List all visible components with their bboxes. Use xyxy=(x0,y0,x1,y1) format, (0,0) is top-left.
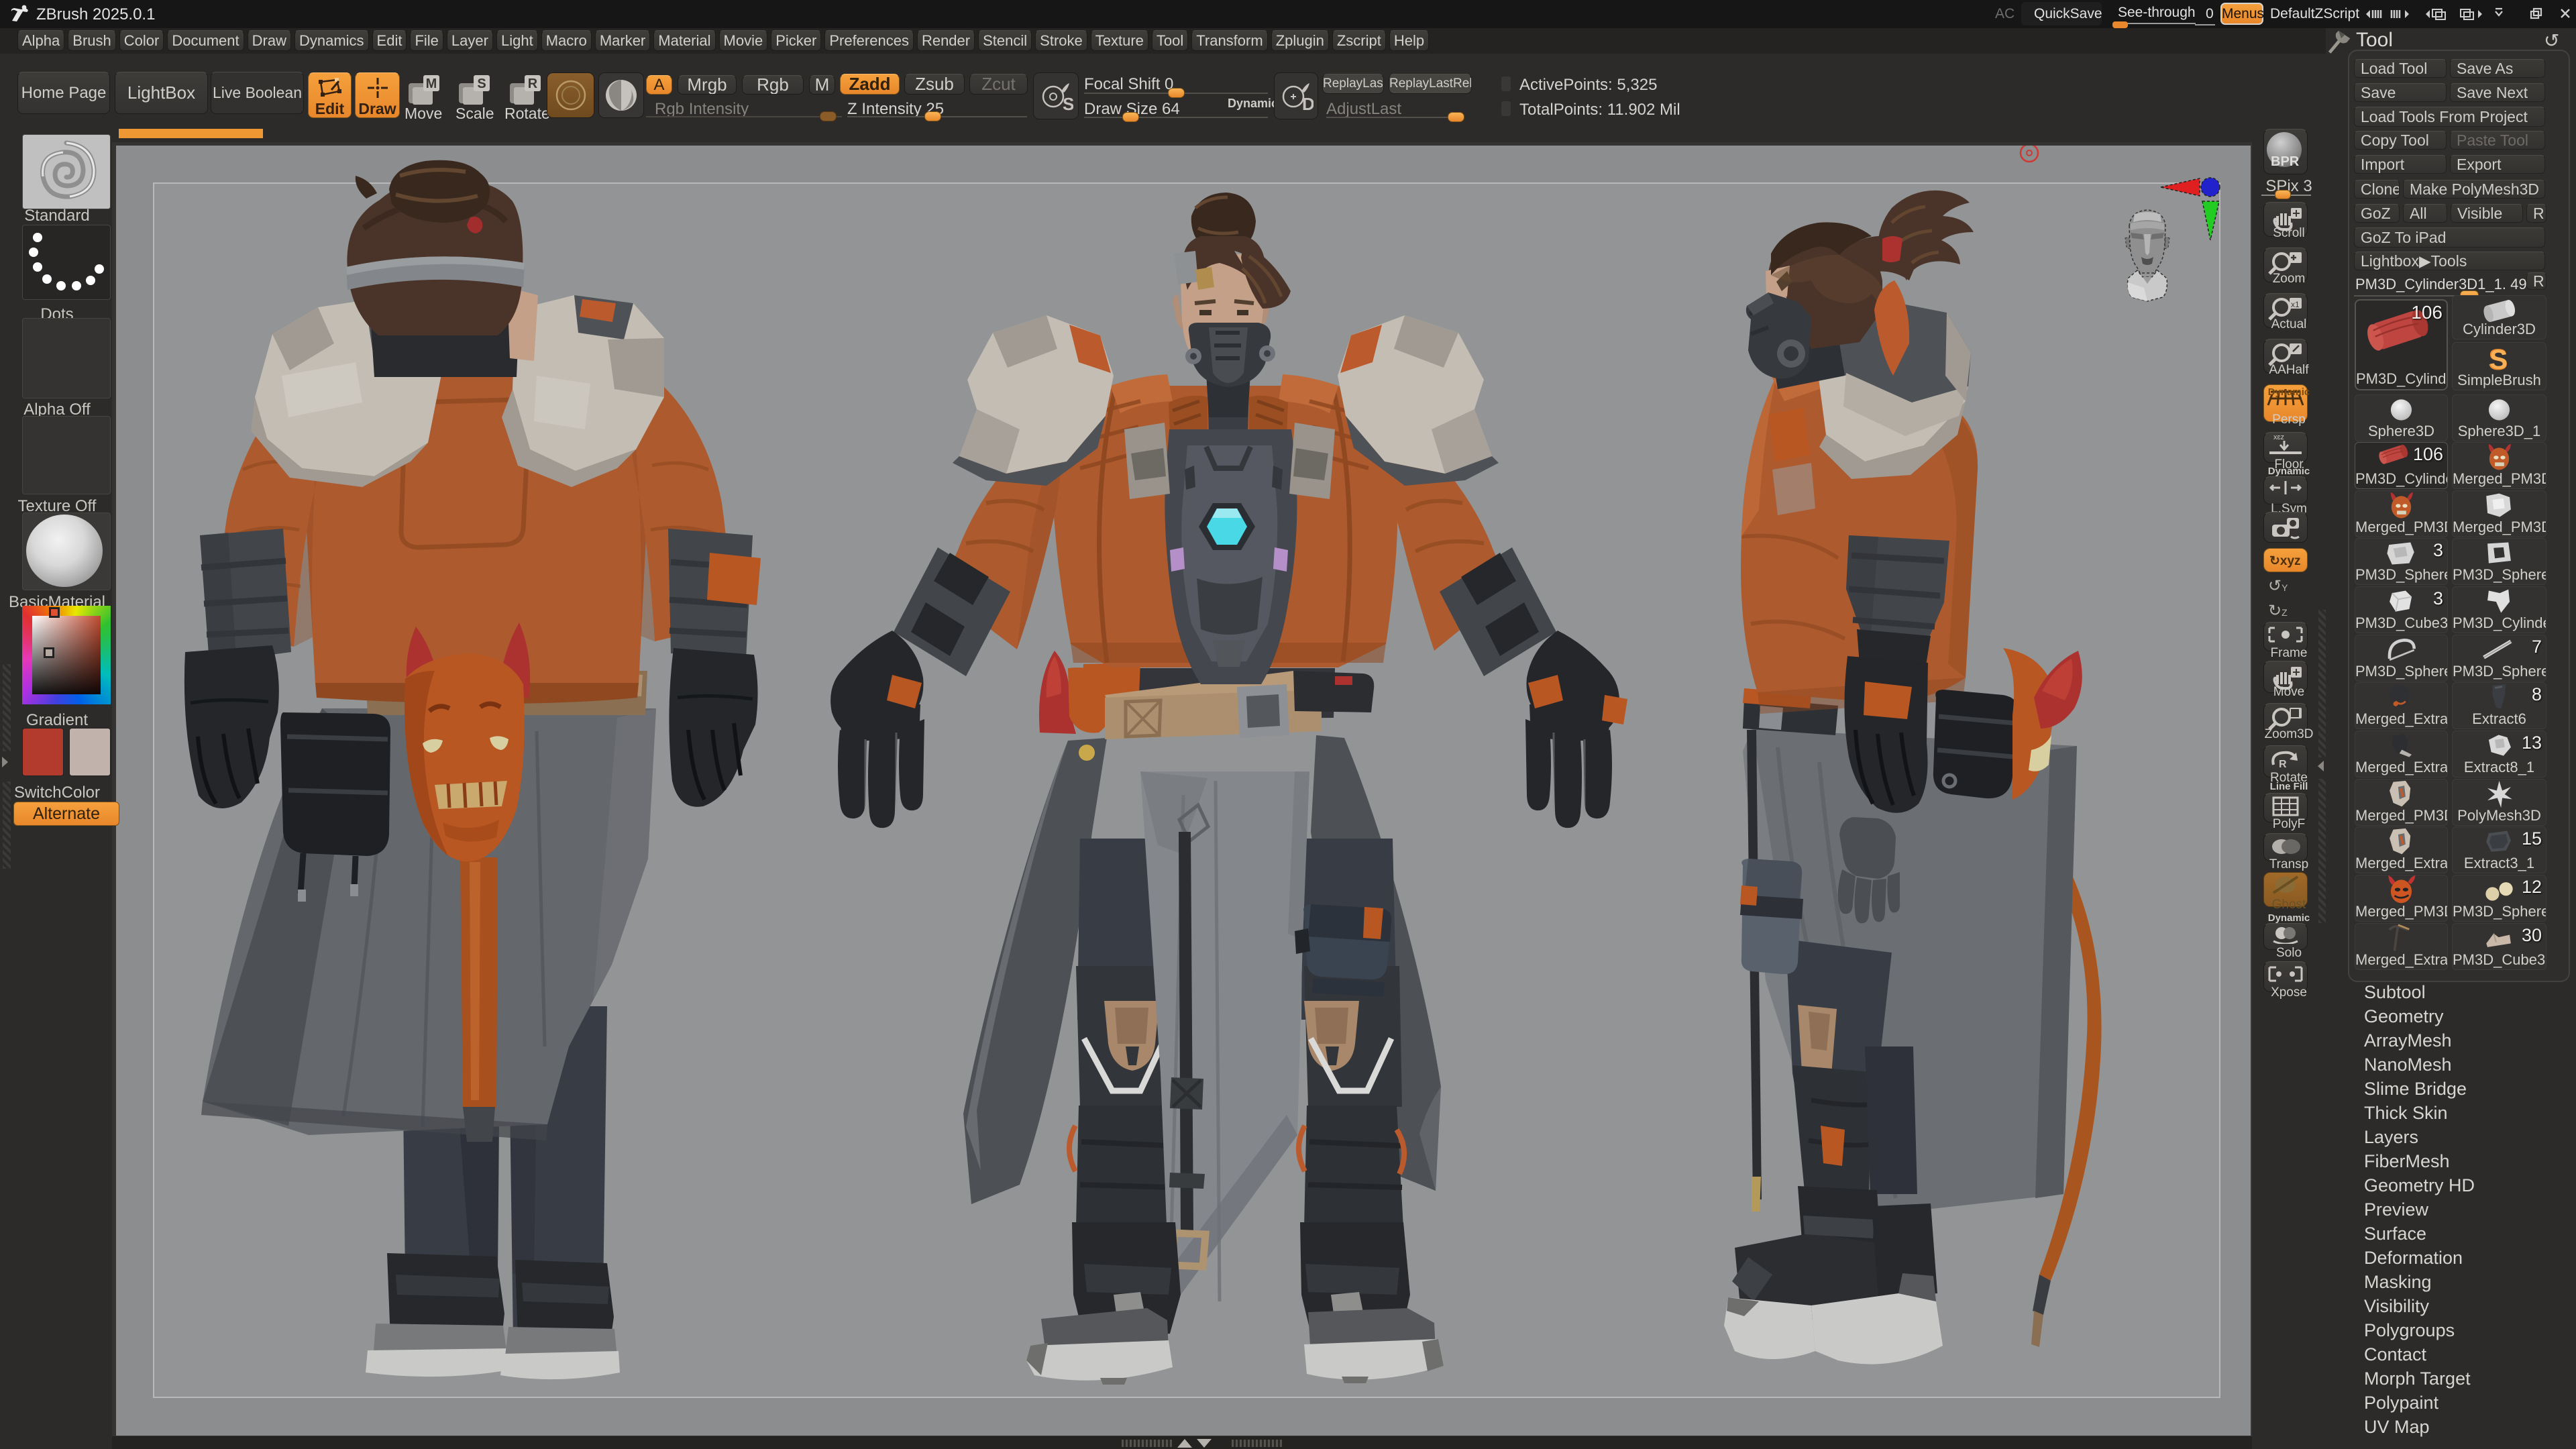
svg-text:M: M xyxy=(426,76,437,91)
svg-text:R: R xyxy=(528,76,538,91)
svg-text:↻xyz: ↻xyz xyxy=(2269,554,2301,568)
svg-text:R: R xyxy=(2279,759,2287,770)
svg-text:S: S xyxy=(2489,344,2508,374)
svg-text:BPR: BPR xyxy=(2271,154,2300,169)
svg-text:D: D xyxy=(1302,94,1313,114)
svg-text:S: S xyxy=(477,76,486,91)
svg-text:x1: x1 xyxy=(2291,300,2300,309)
svg-text:xɛz: xɛz xyxy=(2273,433,2284,441)
svg-text:S: S xyxy=(1063,94,1073,114)
